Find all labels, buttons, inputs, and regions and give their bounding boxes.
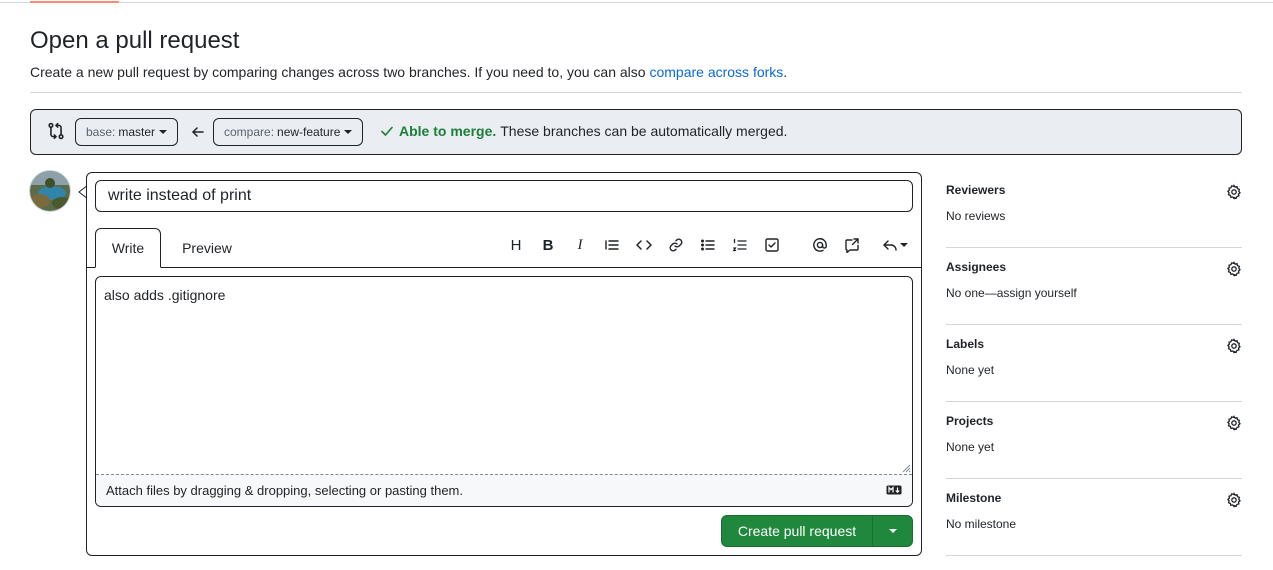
link-button[interactable] <box>665 234 687 256</box>
compare-across-forks-link[interactable]: compare across forks <box>649 64 783 80</box>
pr-body-text: also adds .gitignore <box>104 287 226 303</box>
reply-icon <box>883 240 897 251</box>
ordered-list-button[interactable] <box>729 234 751 256</box>
chevron-down-icon <box>344 130 353 134</box>
link-icon <box>669 238 683 252</box>
sidebar-projects: Projects None yet <box>946 402 1242 479</box>
base-branch-name: master <box>118 125 156 139</box>
create-options-dropdown[interactable] <box>872 515 913 547</box>
gear-icon[interactable] <box>1226 261 1242 277</box>
chevron-down-icon <box>888 529 897 533</box>
sidebar-heading: Projects <box>946 414 994 428</box>
sidebar-value: No milestone <box>946 517 1017 531</box>
subtitle-end: . <box>783 64 788 80</box>
sidebar-labels: Labels None yet <box>946 325 1242 402</box>
chevron-down-icon <box>159 130 168 134</box>
attach-files-bar[interactable]: Attach files by dragging & dropping, sel… <box>96 474 912 506</box>
sidebar-heading: Reviewers <box>946 183 1006 197</box>
sidebar-value: No reviews <box>946 209 1006 223</box>
sidebar-reviewers: Reviewers No reviews <box>946 171 1242 248</box>
active-tab-indicator <box>30 1 119 3</box>
base-prefix: base: <box>86 125 116 139</box>
subtitle-text: Create a new pull request by comparing c… <box>30 64 650 80</box>
tab-preview[interactable]: Preview <box>170 228 244 268</box>
task-list-button[interactable] <box>761 234 783 256</box>
merge-ok-label: Able to merge. <box>399 123 497 139</box>
gear-icon[interactable] <box>1226 338 1242 354</box>
sidebar-heading: Labels <box>946 337 985 351</box>
italic-button[interactable]: I <box>569 234 591 256</box>
code-button[interactable] <box>633 234 655 256</box>
create-pull-request-button[interactable]: Create pull request <box>721 515 873 547</box>
sidebar-value: None yet <box>946 363 995 377</box>
tab-write[interactable]: Write <box>95 228 161 268</box>
cross-reference-icon <box>845 238 859 253</box>
gear-icon[interactable] <box>1226 492 1242 508</box>
resize-handle[interactable] <box>901 463 911 473</box>
quote-button[interactable] <box>601 234 623 256</box>
attach-files-text: Attach files by dragging & dropping, sel… <box>106 483 463 498</box>
compare-branch-select[interactable]: compare: new-feature <box>213 118 364 146</box>
chevron-down-icon <box>900 243 908 247</box>
sidebar-heading: Assignees <box>946 260 1007 274</box>
gear-icon[interactable] <box>1226 184 1242 200</box>
sidebar-milestone: Milestone No milestone <box>946 479 1242 556</box>
unordered-list-button[interactable] <box>697 234 719 256</box>
markdown-icon[interactable] <box>886 485 902 495</box>
sidebar-value[interactable]: No one—assign yourself <box>946 286 1077 300</box>
branch-range-bar: base: master compare: new-feature Able t… <box>30 109 1242 155</box>
merge-status-text: These branches can be automatically merg… <box>500 123 788 139</box>
gear-icon[interactable] <box>1226 415 1242 431</box>
heading-button[interactable]: H <box>505 234 527 256</box>
sidebar-heading: Milestone <box>946 491 1002 505</box>
reference-button[interactable] <box>841 234 863 256</box>
tasklist-icon <box>765 238 779 252</box>
compare-prefix: compare: <box>224 125 275 139</box>
pr-title-input[interactable] <box>95 180 913 212</box>
sidebar-assignees: Assignees No one—assign yourself <box>946 248 1242 325</box>
undo-menu-button[interactable] <box>880 234 910 256</box>
avatar[interactable] <box>29 170 71 212</box>
mention-icon <box>813 238 827 252</box>
git-compare-icon <box>47 122 65 140</box>
arrow-left-icon <box>190 124 206 140</box>
merge-status: Able to merge. These branches can be aut… <box>379 123 787 139</box>
page-subtitle: Create a new pull request by comparing c… <box>30 64 787 80</box>
code-icon <box>636 240 652 250</box>
compare-branch-name: new-feature <box>277 125 341 139</box>
bold-button[interactable]: B <box>537 234 559 256</box>
header-divider <box>30 92 1242 93</box>
list-unordered-icon <box>701 239 715 251</box>
sidebar-value: None yet <box>946 440 995 454</box>
pr-body-textarea[interactable]: also adds .gitignore Attach files by dra… <box>95 276 913 507</box>
base-branch-select[interactable]: base: master <box>75 118 179 146</box>
page-title: Open a pull request <box>30 27 240 54</box>
top-divider <box>0 2 1273 3</box>
check-icon <box>379 123 395 139</box>
mention-button[interactable] <box>809 234 831 256</box>
quote-icon <box>605 240 619 250</box>
list-ordered-icon <box>732 238 747 252</box>
